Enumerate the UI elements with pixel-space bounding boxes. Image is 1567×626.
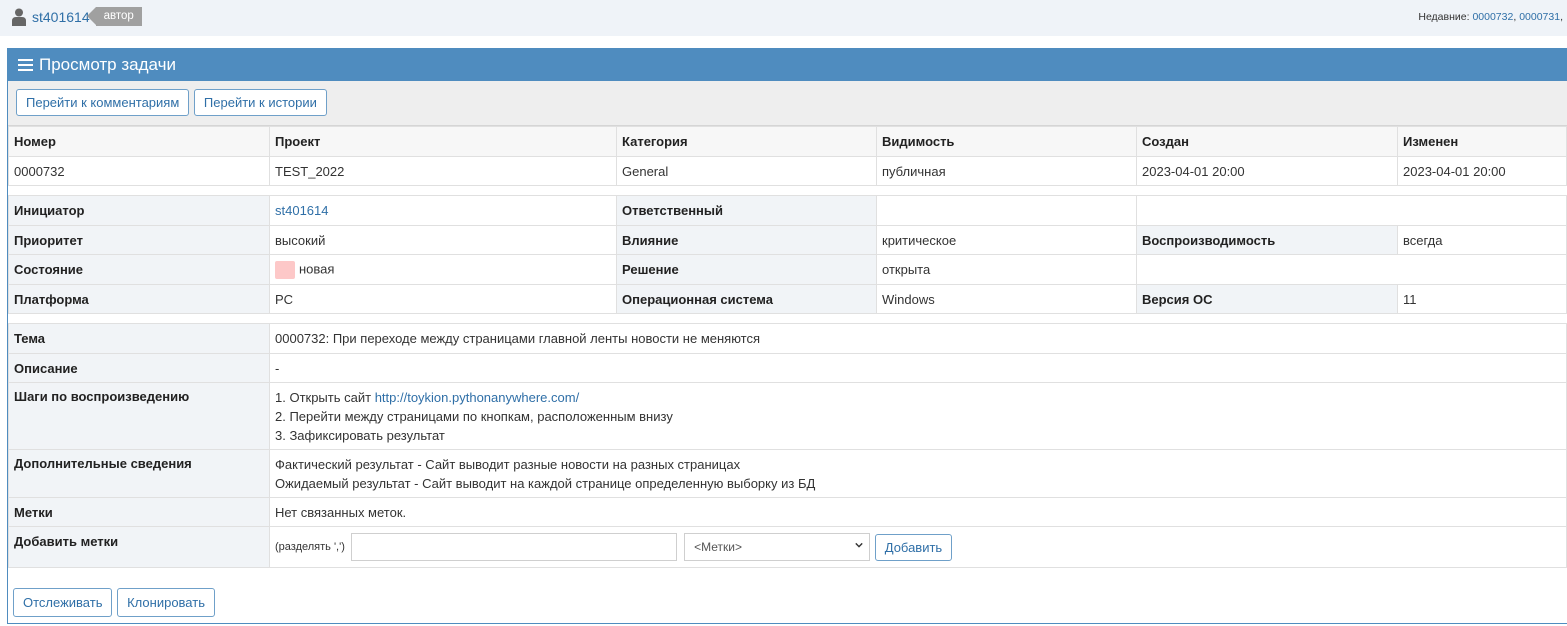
os-value: Windows: [876, 284, 1137, 314]
status-label: Состояние: [8, 254, 270, 285]
monitor-button[interactable]: Отслеживать: [13, 588, 113, 617]
recent-issues: Недавние: 0000732, 0000731,: [1418, 11, 1563, 23]
additional-info-label: Дополнительные сведения: [8, 449, 270, 498]
summary-header-row: Номер Проект Категория Видимость Создан …: [8, 126, 1567, 157]
empty-cell: [1136, 254, 1567, 285]
resolution-label: Решение: [616, 254, 877, 285]
jump-to-comments-button[interactable]: Перейти к комментариям: [16, 89, 190, 116]
priority-label: Приоритет: [8, 225, 270, 255]
button-bar: Перейти к комментариям Перейти к истории: [8, 81, 1567, 126]
recent-label: Недавние:: [1418, 11, 1470, 23]
add-tag-button[interactable]: Добавить: [874, 533, 953, 561]
row-add-tags: Добавить метки (разделять ',') <Метки> Д…: [8, 526, 1567, 568]
header-category: Категория: [616, 126, 877, 157]
tags-value: Нет связанных меток.: [269, 497, 1567, 527]
header-project: Проект: [269, 126, 617, 157]
user-icon: [12, 8, 26, 26]
severity-value: критическое: [876, 225, 1137, 255]
row-summary: Тема 0000732: При переходе между страниц…: [8, 323, 1567, 354]
user-info: st401614 автор: [12, 7, 142, 26]
status-cell: новая: [269, 254, 617, 285]
step-2-text: 2. Перейти между страницами по кнопкам, …: [275, 408, 673, 424]
add-tags-label: Добавить метки: [8, 526, 270, 568]
role-badge: автор: [86, 7, 142, 26]
footer-actions: Отслеживать Клонировать: [8, 583, 1567, 623]
value-updated: 2023-04-01 20:00: [1397, 156, 1567, 186]
value-view-state: публичная: [876, 156, 1137, 186]
reporter-link[interactable]: st401614: [275, 203, 329, 218]
summary-label: Тема: [8, 323, 270, 354]
row-platform: Платформа PC Операционная система Window…: [8, 284, 1567, 314]
recent-link-2[interactable]: 0000731: [1519, 11, 1560, 23]
os-version-label: Версия ОС: [1136, 284, 1398, 314]
reproducibility-label: Воспроизводимость: [1136, 225, 1398, 255]
steps-label: Шаги по воспроизведению: [8, 382, 270, 450]
tags-hint: (разделять ','): [275, 541, 345, 553]
severity-label: Влияние: [616, 225, 877, 255]
row-priority: Приоритет высокий Влияние критическое Во…: [8, 225, 1567, 255]
row-tags: Метки Нет связанных меток.: [8, 497, 1567, 527]
top-navbar: st401614 автор Недавние: 0000732, 000073…: [0, 0, 1567, 36]
os-label: Операционная система: [616, 284, 877, 314]
value-submitted: 2023-04-01 20:00: [1136, 156, 1398, 186]
add-tags-form: (разделять ',') <Метки> Добавить: [269, 526, 1567, 568]
summary-value: 0000732: При переходе между страницами г…: [269, 323, 1567, 354]
header-id: Номер: [8, 126, 270, 157]
empty-cell: [1136, 195, 1567, 226]
header-submitted: Создан: [1136, 126, 1398, 157]
recent-link-1[interactable]: 0000732: [1472, 11, 1513, 23]
additional-line-1: Фактический результат - Сайт выводит раз…: [275, 456, 741, 472]
platform-label: Платформа: [8, 284, 270, 314]
step-3-text: 3. Зафиксировать результат: [275, 427, 445, 443]
tags-select-value: <Метки>: [694, 540, 742, 554]
header-view-state: Видимость: [876, 126, 1137, 157]
value-id: 0000732: [8, 156, 270, 186]
description-value: -: [269, 353, 1567, 383]
username-link[interactable]: st401614: [32, 9, 90, 25]
status-value: новая: [299, 260, 335, 276]
description-label: Описание: [8, 353, 270, 383]
step-1-text: 1. Открыть сайт: [275, 389, 375, 405]
priority-value: высокий: [269, 225, 617, 255]
additional-info-value: Фактический результат - Сайт выводит раз…: [269, 449, 1567, 498]
resolution-value: открыта: [876, 254, 1137, 285]
handler-value: [876, 195, 1137, 226]
status-color-swatch: [275, 260, 295, 279]
page-title: Просмотр задачи: [39, 55, 176, 74]
additional-line-2: Ожидаемый результат - Сайт выводит на ка…: [275, 475, 816, 491]
tags-select[interactable]: <Метки>: [684, 533, 871, 561]
row-reporter: Инициатор st401614 Ответственный: [8, 195, 1567, 226]
tags-input[interactable]: [350, 533, 677, 561]
summary-value-row: 0000732 TEST_2022 General публичная 2023…: [8, 156, 1567, 186]
jump-to-history-button[interactable]: Перейти к истории: [193, 89, 327, 116]
row-description: Описание -: [8, 353, 1567, 383]
platform-value: PC: [269, 284, 617, 314]
row-steps: Шаги по воспроизведению 1. Открыть сайт …: [8, 382, 1567, 450]
clone-button[interactable]: Клонировать: [117, 588, 215, 617]
os-version-value: 11: [1397, 284, 1567, 314]
issue-view-widget: Просмотр задачи Перейти к комментариям П…: [7, 48, 1567, 624]
widget-header: Просмотр задачи: [8, 49, 1567, 81]
value-category: General: [616, 156, 877, 186]
tags-label: Метки: [8, 497, 270, 527]
value-project: TEST_2022: [269, 156, 617, 186]
reproducibility-value: всегда: [1397, 225, 1567, 255]
row-additional-info: Дополнительные сведения Фактический резу…: [8, 449, 1567, 498]
list-icon: [18, 59, 33, 71]
header-updated: Изменен: [1397, 126, 1567, 157]
chevron-down-icon: [855, 542, 863, 548]
reporter-label: Инициатор: [8, 195, 270, 226]
steps-value: 1. Открыть сайт http://toykion.pythonany…: [269, 382, 1567, 450]
site-link[interactable]: http://toykion.pythonanywhere.com/: [375, 390, 580, 405]
row-status: Состояние новая Решение открыта: [8, 254, 1567, 285]
handler-label: Ответственный: [616, 195, 877, 226]
issue-details-table: Номер Проект Категория Видимость Создан …: [8, 126, 1567, 568]
